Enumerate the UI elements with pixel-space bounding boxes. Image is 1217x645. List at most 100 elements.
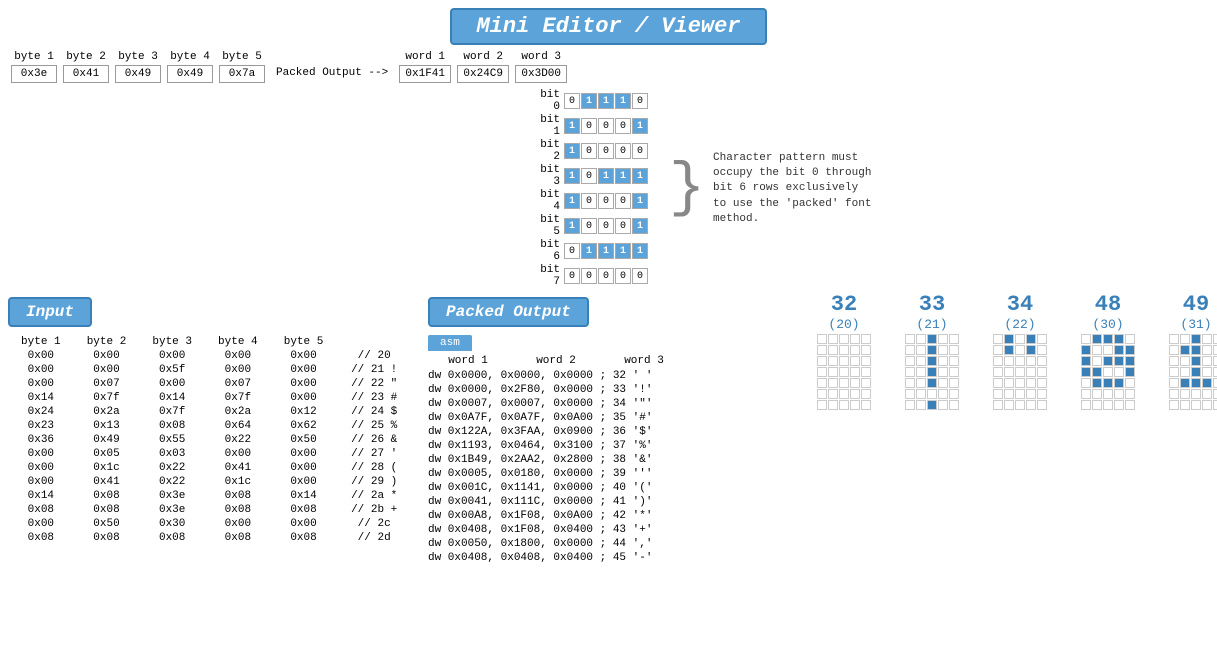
bit-cell-6-2[interactable]: 1 <box>598 243 614 259</box>
pixel-2-6-0 <box>993 400 1003 410</box>
bit-cell-3-2[interactable]: 1 <box>598 168 614 184</box>
pixel-3-1-2 <box>1103 345 1113 355</box>
pixel-2-1-0 <box>993 345 1003 355</box>
byte-value-5[interactable]: 0x7a <box>219 65 265 83</box>
bit-cell-0-4[interactable]: 0 <box>632 93 648 109</box>
pixel-1-2-1 <box>916 356 926 366</box>
input-cell-6-5: // 26 & <box>336 433 412 447</box>
byte-col-3: byte 3 0x49 <box>112 51 164 83</box>
input-cell-8-4: 0x00 <box>271 461 337 475</box>
pixel-0-4-1 <box>828 378 838 388</box>
byte-col-4: byte 4 0x49 <box>164 51 216 83</box>
bit-cell-2-1[interactable]: 0 <box>581 143 597 159</box>
bit-cell-4-2[interactable]: 0 <box>598 193 614 209</box>
input-cell-2-1: 0x07 <box>74 377 140 391</box>
pixel-2-5-0 <box>993 389 1003 399</box>
pixel-1-3-3 <box>938 367 948 377</box>
bit-cell-7-0[interactable]: 0 <box>564 268 580 284</box>
char-number-4: 49 <box>1183 293 1209 317</box>
input-col-header-1: byte 1 <box>8 335 74 349</box>
bit-cell-6-0[interactable]: 0 <box>564 243 580 259</box>
byte-value-2[interactable]: 0x41 <box>63 65 109 83</box>
input-table-scroll[interactable]: byte 1 byte 2 byte 3 byte 4 byte 5 0x000… <box>8 335 412 545</box>
pixel-1-2-4 <box>949 356 959 366</box>
bit-cell-5-0[interactable]: 1 <box>564 218 580 234</box>
input-cell-4-2: 0x7f <box>139 405 205 419</box>
bit-cell-2-4[interactable]: 0 <box>632 143 648 159</box>
bit-cell-4-1[interactable]: 0 <box>581 193 597 209</box>
bit-cell-7-4[interactable]: 0 <box>632 268 648 284</box>
word-value-2[interactable]: 0x24C9 <box>457 65 509 83</box>
bit-cell-5-3[interactable]: 0 <box>615 218 631 234</box>
packed-label-row: Packed Output <box>428 293 792 331</box>
bit-cell-4-0[interactable]: 1 <box>564 193 580 209</box>
pixel-4-1-1 <box>1180 345 1190 355</box>
table-row: 0x000x000x000x000x00// 20 <box>8 349 412 363</box>
byte-value-1[interactable]: 0x3e <box>11 65 57 83</box>
byte-value-3[interactable]: 0x49 <box>115 65 161 83</box>
packed-row: dw 0x122A, 0x3FAA, 0x0900 ; 36 '$' <box>428 425 792 439</box>
pixel-1-1-3 <box>938 345 948 355</box>
word-value-3[interactable]: 0x3D00 <box>515 65 567 83</box>
pixel-4-5-0 <box>1169 389 1179 399</box>
pixel-1-5-3 <box>938 389 948 399</box>
char-hex-1: (21) <box>916 317 947 332</box>
bit-cell-3-0[interactable]: 1 <box>564 168 580 184</box>
packed-section-label: Packed Output <box>428 297 589 327</box>
bit-cell-0-1[interactable]: 1 <box>581 93 597 109</box>
pixel-0-5-1 <box>828 389 838 399</box>
pixel-1-5-4 <box>949 389 959 399</box>
input-cell-11-4: 0x08 <box>271 503 337 517</box>
bit-cell-0-0[interactable]: 0 <box>564 93 580 109</box>
pixel-0-1-2 <box>839 345 849 355</box>
bit-label-1: bit 1 <box>528 114 564 138</box>
pixel-4-3-0 <box>1169 367 1179 377</box>
bit-cell-1-2[interactable]: 0 <box>598 118 614 134</box>
bit-cell-4-3[interactable]: 0 <box>615 193 631 209</box>
pixel-3-2-4 <box>1125 356 1135 366</box>
bit-cell-5-1[interactable]: 0 <box>581 218 597 234</box>
input-section-label: Input <box>8 297 92 327</box>
input-cell-10-1: 0x08 <box>74 489 140 503</box>
input-cell-9-3: 0x1c <box>205 475 271 489</box>
input-cell-1-4: 0x00 <box>271 363 337 377</box>
bit-cell-2-0[interactable]: 1 <box>564 143 580 159</box>
input-cell-0-3: 0x00 <box>205 349 271 363</box>
bit-cell-5-4[interactable]: 1 <box>632 218 648 234</box>
bit-cell-7-3[interactable]: 0 <box>615 268 631 284</box>
input-col-header-4: byte 4 <box>205 335 271 349</box>
bit-cell-1-1[interactable]: 0 <box>581 118 597 134</box>
pixel-3-4-0 <box>1081 378 1091 388</box>
bit-cell-7-1[interactable]: 0 <box>581 268 597 284</box>
input-cell-5-2: 0x08 <box>139 419 205 433</box>
input-cell-10-4: 0x14 <box>271 489 337 503</box>
bit-cell-2-3[interactable]: 0 <box>615 143 631 159</box>
bit-cell-1-3[interactable]: 0 <box>615 118 631 134</box>
bit-cell-4-4[interactable]: 1 <box>632 193 648 209</box>
char-hex-3: (30) <box>1092 317 1123 332</box>
bit-cell-2-2[interactable]: 0 <box>598 143 614 159</box>
bit-cell-0-2[interactable]: 1 <box>598 93 614 109</box>
bit-cell-3-1[interactable]: 0 <box>581 168 597 184</box>
input-cell-6-2: 0x55 <box>139 433 205 447</box>
bit-cell-3-4[interactable]: 1 <box>632 168 648 184</box>
packed-table-scroll[interactable]: dw 0x0000, 0x0000, 0x0000 ; 32 ' 'dw 0x0… <box>428 369 792 565</box>
bit-cell-3-3[interactable]: 1 <box>615 168 631 184</box>
bit-label-5: bit 5 <box>528 214 564 238</box>
byte-value-4[interactable]: 0x49 <box>167 65 213 83</box>
bit-cell-6-1[interactable]: 1 <box>581 243 597 259</box>
bit-row-5: bit 510001 <box>528 214 649 238</box>
pixel-3-6-1 <box>1092 400 1102 410</box>
bit-cell-6-4[interactable]: 1 <box>632 243 648 259</box>
bit-cell-1-4[interactable]: 1 <box>632 118 648 134</box>
pixel-3-2-2 <box>1103 356 1113 366</box>
bit-cell-1-0[interactable]: 1 <box>564 118 580 134</box>
bit-cell-0-3[interactable]: 1 <box>615 93 631 109</box>
pixel-1-4-3 <box>938 378 948 388</box>
bit-cell-5-2[interactable]: 0 <box>598 218 614 234</box>
bit-cell-6-3[interactable]: 1 <box>615 243 631 259</box>
word-value-1[interactable]: 0x1F41 <box>399 65 451 83</box>
input-panel: Input byte 1 byte 2 byte 3 byte 4 byte 5 <box>0 293 420 645</box>
bit-cell-7-2[interactable]: 0 <box>598 268 614 284</box>
asm-tab[interactable]: asm <box>428 335 472 351</box>
